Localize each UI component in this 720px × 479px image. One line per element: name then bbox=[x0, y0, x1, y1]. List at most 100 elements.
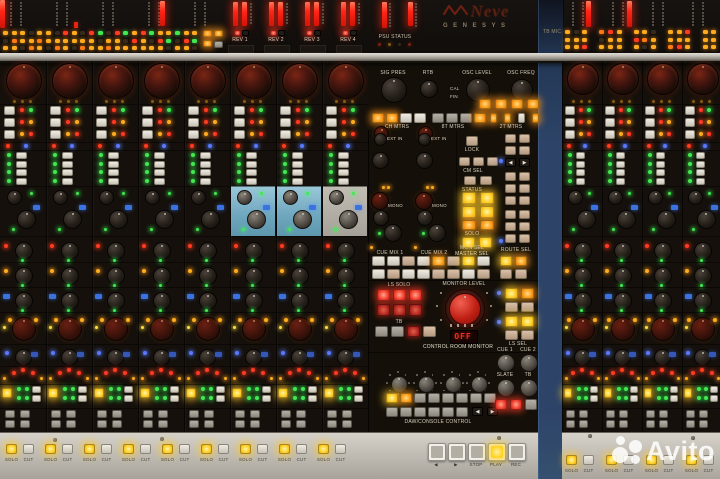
button[interactable] bbox=[387, 269, 400, 279]
knob[interactable] bbox=[109, 210, 128, 229]
knob[interactable] bbox=[245, 292, 263, 310]
button[interactable] bbox=[338, 161, 349, 168]
button[interactable] bbox=[515, 269, 527, 279]
button[interactable] bbox=[565, 106, 575, 115]
knob[interactable] bbox=[449, 293, 481, 325]
button[interactable] bbox=[262, 395, 271, 402]
button[interactable] bbox=[112, 420, 122, 428]
knob[interactable] bbox=[107, 349, 124, 366]
button[interactable] bbox=[495, 99, 507, 109]
button[interactable] bbox=[590, 395, 598, 402]
button[interactable] bbox=[579, 420, 588, 428]
knob[interactable] bbox=[372, 152, 389, 169]
button[interactable] bbox=[179, 444, 190, 454]
button[interactable] bbox=[188, 118, 199, 127]
button[interactable] bbox=[386, 407, 398, 417]
button[interactable] bbox=[143, 420, 153, 428]
button[interactable] bbox=[124, 386, 133, 393]
knob[interactable] bbox=[337, 242, 355, 260]
button[interactable] bbox=[670, 386, 678, 393]
button[interactable] bbox=[532, 113, 539, 123]
button[interactable] bbox=[78, 395, 87, 402]
button[interactable] bbox=[685, 130, 695, 139]
button[interactable] bbox=[50, 118, 61, 127]
knob[interactable] bbox=[568, 190, 583, 205]
button[interactable] bbox=[200, 178, 211, 185]
button[interactable] bbox=[234, 118, 245, 127]
button[interactable] bbox=[460, 113, 472, 123]
button[interactable] bbox=[393, 289, 406, 301]
button[interactable] bbox=[154, 169, 165, 176]
button[interactable] bbox=[696, 169, 706, 176]
button[interactable] bbox=[519, 172, 530, 181]
button[interactable] bbox=[527, 99, 539, 109]
button[interactable] bbox=[375, 326, 388, 337]
knob[interactable] bbox=[99, 190, 114, 205]
button[interactable] bbox=[16, 169, 27, 176]
button[interactable] bbox=[616, 161, 626, 168]
button[interactable] bbox=[505, 222, 516, 231]
button[interactable] bbox=[521, 288, 534, 299]
button[interactable] bbox=[377, 304, 390, 316]
button[interactable] bbox=[456, 393, 468, 403]
button[interactable] bbox=[442, 393, 454, 403]
button[interactable] bbox=[326, 106, 337, 115]
button[interactable] bbox=[402, 256, 415, 266]
button[interactable] bbox=[6, 444, 17, 454]
button[interactable] bbox=[246, 152, 257, 159]
button[interactable] bbox=[342, 410, 352, 418]
button[interactable] bbox=[101, 444, 112, 454]
button[interactable] bbox=[521, 302, 534, 312]
button[interactable] bbox=[140, 388, 150, 398]
button[interactable] bbox=[505, 330, 518, 340]
button[interactable] bbox=[684, 388, 693, 398]
button[interactable] bbox=[216, 395, 225, 402]
button[interactable] bbox=[140, 444, 151, 454]
button[interactable] bbox=[377, 289, 390, 301]
button[interactable] bbox=[519, 134, 530, 143]
button[interactable] bbox=[400, 407, 412, 417]
button[interactable] bbox=[250, 410, 260, 418]
button[interactable] bbox=[576, 152, 586, 159]
button[interactable] bbox=[462, 206, 476, 218]
button[interactable] bbox=[500, 269, 512, 279]
button[interactable] bbox=[188, 106, 199, 115]
button[interactable] bbox=[280, 106, 291, 115]
button[interactable] bbox=[4, 118, 15, 127]
transport-button-rec[interactable] bbox=[508, 443, 526, 461]
button[interactable] bbox=[66, 420, 76, 428]
button[interactable] bbox=[462, 192, 476, 204]
button[interactable] bbox=[659, 420, 668, 428]
button[interactable] bbox=[278, 30, 285, 36]
button[interactable] bbox=[566, 455, 577, 465]
button[interactable] bbox=[296, 410, 306, 418]
transport-button-rew[interactable] bbox=[428, 443, 446, 461]
knob[interactable] bbox=[199, 349, 216, 366]
knob[interactable] bbox=[420, 80, 438, 98]
button[interactable] bbox=[519, 234, 530, 243]
button[interactable] bbox=[456, 407, 468, 417]
knob[interactable] bbox=[648, 190, 663, 205]
knob[interactable] bbox=[291, 292, 309, 310]
knob[interactable] bbox=[497, 379, 515, 397]
button[interactable] bbox=[154, 152, 165, 159]
knob[interactable] bbox=[417, 210, 433, 226]
button[interactable] bbox=[400, 393, 412, 403]
button[interactable] bbox=[519, 222, 530, 231]
button[interactable] bbox=[142, 118, 153, 127]
button[interactable] bbox=[710, 386, 718, 393]
knob[interactable] bbox=[242, 317, 266, 341]
gain-knob[interactable] bbox=[687, 63, 719, 95]
button[interactable] bbox=[154, 161, 165, 168]
knob[interactable] bbox=[608, 190, 623, 205]
knob[interactable] bbox=[7, 190, 22, 205]
button[interactable] bbox=[51, 410, 61, 418]
button[interactable] bbox=[214, 41, 223, 48]
knob[interactable] bbox=[283, 190, 298, 205]
button[interactable]: ▶ bbox=[519, 158, 530, 167]
button[interactable] bbox=[108, 169, 119, 176]
button[interactable] bbox=[521, 330, 534, 340]
knob[interactable] bbox=[247, 210, 266, 229]
button[interactable] bbox=[96, 106, 107, 115]
knob[interactable] bbox=[334, 317, 358, 341]
